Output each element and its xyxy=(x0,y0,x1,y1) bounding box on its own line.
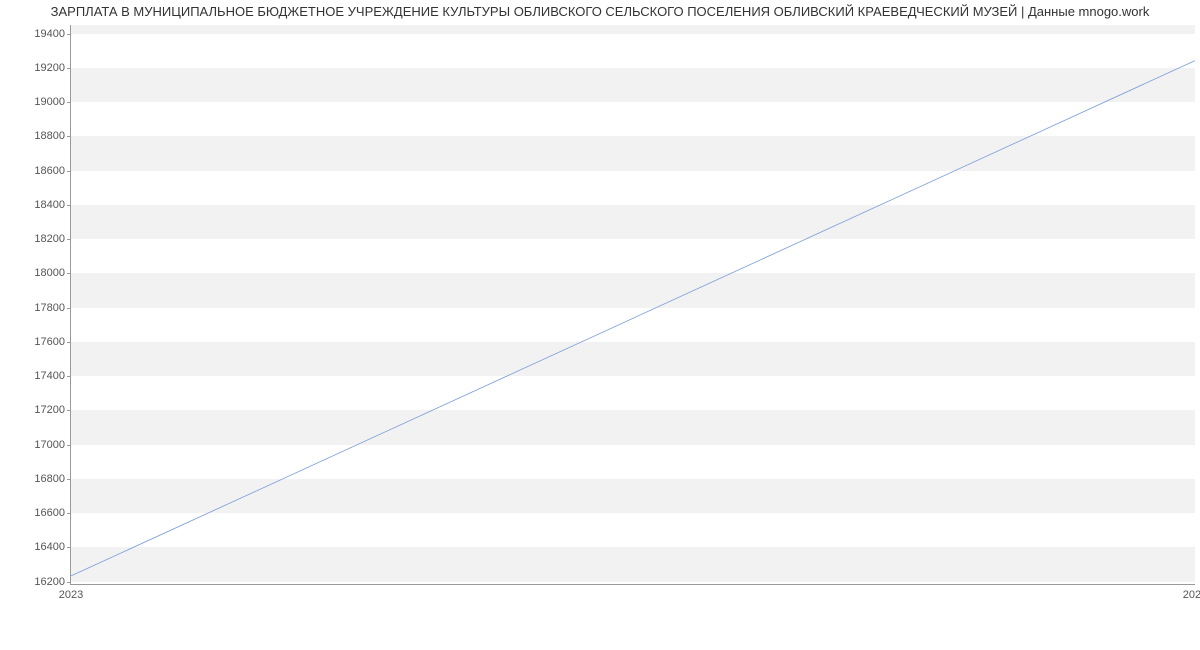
y-tick-label: 19000 xyxy=(34,96,65,108)
y-tick-mark xyxy=(67,547,71,548)
y-tick-mark xyxy=(67,273,71,274)
x-tick-label: 2024 xyxy=(1183,589,1200,601)
y-tick-label: 16800 xyxy=(34,473,65,485)
y-tick-mark xyxy=(67,582,71,583)
y-tick-label: 17600 xyxy=(34,336,65,348)
y-tick-label: 17800 xyxy=(34,302,65,314)
y-tick-mark xyxy=(67,342,71,343)
y-tick-label: 18600 xyxy=(34,165,65,177)
y-tick-mark xyxy=(67,308,71,309)
y-tick-mark xyxy=(67,136,71,137)
x-tick-label: 2023 xyxy=(59,589,83,601)
y-tick-label: 18400 xyxy=(34,199,65,211)
y-tick-mark xyxy=(67,68,71,69)
y-tick-mark xyxy=(67,479,71,480)
plot-area: 1620016400166001680017000172001740017600… xyxy=(70,25,1195,585)
chart-container: ЗАРПЛАТА В МУНИЦИПАЛЬНОЕ БЮДЖЕТНОЕ УЧРЕЖ… xyxy=(0,0,1200,650)
y-tick-mark xyxy=(67,376,71,377)
y-tick-label: 16400 xyxy=(34,541,65,553)
y-tick-label: 16200 xyxy=(34,576,65,588)
y-tick-mark xyxy=(67,171,71,172)
y-tick-mark xyxy=(67,205,71,206)
y-tick-mark xyxy=(67,513,71,514)
y-tick-label: 16600 xyxy=(34,507,65,519)
y-tick-label: 19200 xyxy=(34,62,65,74)
y-tick-label: 17000 xyxy=(34,439,65,451)
chart-title: ЗАРПЛАТА В МУНИЦИПАЛЬНОЕ БЮДЖЕТНОЕ УЧРЕЖ… xyxy=(0,4,1200,19)
line-series xyxy=(71,25,1195,585)
y-tick-mark xyxy=(67,410,71,411)
y-tick-mark xyxy=(67,34,71,35)
y-tick-label: 17400 xyxy=(34,370,65,382)
y-tick-label: 17200 xyxy=(34,404,65,416)
y-tick-label: 18800 xyxy=(34,130,65,142)
y-tick-mark xyxy=(67,445,71,446)
y-tick-label: 18000 xyxy=(34,267,65,279)
y-tick-mark xyxy=(67,239,71,240)
y-tick-label: 19400 xyxy=(34,28,65,40)
y-tick-mark xyxy=(67,102,71,103)
y-tick-label: 18200 xyxy=(34,233,65,245)
